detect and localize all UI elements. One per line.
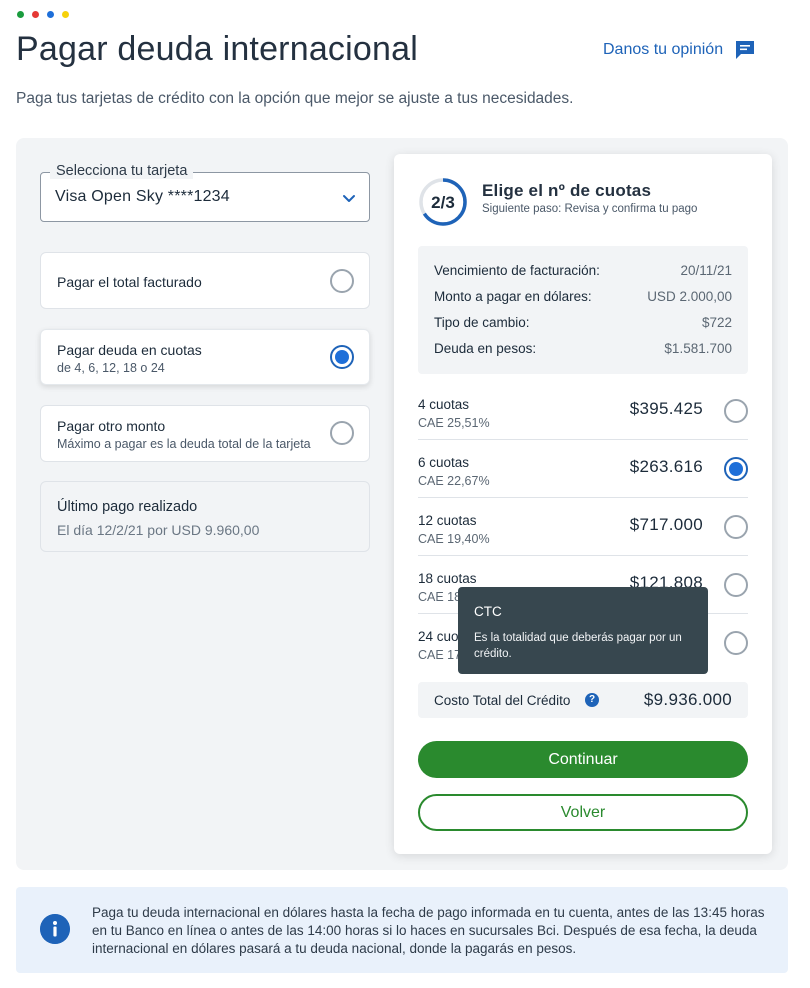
option-radio[interactable] (330, 345, 354, 369)
window-dot-red (32, 11, 39, 18)
summary-row: Vencimiento de facturación: 20/11/21 (434, 263, 732, 278)
last-payment-title: Último pago realizado (57, 499, 198, 515)
installment-radio[interactable] (724, 457, 748, 481)
feedback-label: Danos tu opinión (603, 41, 724, 58)
installment-cae: CAE 17 (418, 648, 462, 662)
step-title: Elige el nº de cuotas (482, 181, 652, 200)
tooltip-text: Es la totalidad que deberás pagar por un… (474, 632, 682, 660)
last-payment-detail: El día 12/2/21 por USD 9.960,00 (57, 522, 260, 538)
option-subtitle: de 4, 6, 12, 18 o 24 (57, 361, 165, 375)
option-radio[interactable] (330, 421, 354, 445)
installment-row[interactable]: 4 cuotas CAE 25,51% $395.425 (418, 382, 748, 440)
info-icon (40, 914, 70, 944)
installment-amount: $717.000 (629, 515, 703, 534)
chat-icon (736, 41, 755, 59)
page-subtitle: Paga tus tarjetas de crédito con la opci… (16, 90, 574, 107)
card-select-value: Visa Open Sky ****1234 (55, 188, 230, 205)
installment-cae: CAE 18 (418, 590, 462, 604)
summary-value: $1.581.700 (664, 341, 732, 356)
installment-row[interactable]: 12 cuotas CAE 19,40% $717.000 (418, 498, 748, 556)
installment-cae: CAE 22,67% (418, 474, 490, 488)
continue-button[interactable]: Continuar (418, 741, 748, 778)
installment-cae: CAE 25,51% (418, 416, 490, 430)
installment-radio[interactable] (724, 631, 748, 655)
installment-count: 24 cuo (418, 629, 459, 644)
installment-radio[interactable] (724, 399, 748, 423)
installment-count: 12 cuotas (418, 513, 477, 528)
option-subtitle: Máximo a pagar es la deuda total de la t… (57, 437, 311, 451)
summary-row: Tipo de cambio: $722 (434, 315, 732, 330)
chevron-down-icon (343, 195, 355, 202)
summary-label: Deuda en pesos: (434, 341, 537, 356)
summary-label: Vencimiento de facturación: (434, 263, 600, 278)
option-pay-total[interactable]: Pagar el total facturado (40, 252, 370, 309)
card-select-label: Selecciona tu tarjeta (50, 163, 194, 179)
option-pay-other[interactable]: Pagar otro monto Máximo a pagar es la de… (40, 405, 370, 462)
installment-cae: CAE 19,40% (418, 532, 490, 546)
ctc-value: $9.936.000 (643, 690, 732, 709)
back-button[interactable]: Volver (418, 794, 748, 831)
last-payment-card: Último pago realizado El día 12/2/21 por… (40, 481, 370, 552)
window-dots (17, 11, 69, 18)
summary-value: USD 2.000,00 (647, 289, 732, 304)
debt-summary: Vencimiento de facturación: 20/11/21 Mon… (418, 246, 748, 374)
option-radio[interactable] (330, 269, 354, 293)
installment-radio[interactable] (724, 515, 748, 539)
card-select[interactable]: Visa Open Sky ****1234 (40, 172, 370, 222)
ctc-tooltip: CTC Es la totalidad que deberás pagar po… (458, 587, 708, 674)
installment-count: 4 cuotas (418, 397, 470, 412)
help-icon[interactable]: ? (585, 693, 599, 707)
step-next-label: Siguiente paso: Revisa y confirma tu pag… (482, 203, 698, 215)
window-dot-green (17, 11, 24, 18)
installment-amount: $395.425 (629, 399, 703, 418)
summary-label: Monto a pagar en dólares: (434, 289, 592, 304)
tooltip-title: CTC (474, 604, 502, 619)
summary-row: Deuda en pesos: $1.581.700 (434, 341, 732, 356)
installment-row[interactable]: 6 cuotas CAE 22,67% $263.616 (418, 440, 748, 498)
summary-value: $722 (701, 315, 732, 330)
page-title: Pagar deuda internacional (16, 30, 418, 68)
installment-amount: $263.616 (629, 457, 703, 476)
option-title: Pagar deuda en cuotas (57, 342, 202, 358)
option-title: Pagar otro monto (57, 418, 166, 434)
window-dot-blue (47, 11, 54, 18)
summary-value: 20/11/21 (680, 263, 732, 278)
installment-radio[interactable] (724, 573, 748, 597)
step-indicator: 2/3 (431, 193, 455, 212)
installment-count: 18 cuotas (418, 571, 477, 586)
option-pay-installments[interactable]: Pagar deuda en cuotas de 4, 6, 12, 18 o … (40, 329, 370, 385)
info-notice: Paga tu deuda internacional en dólares h… (16, 887, 788, 973)
total-credit-cost: Costo Total del Crédito ? $9.936.000 (418, 682, 748, 718)
notice-text: Paga tu deuda internacional en dólares h… (92, 905, 765, 956)
ctc-label: Costo Total del Crédito (434, 693, 571, 708)
installment-count: 6 cuotas (418, 455, 470, 470)
window-dot-yellow (62, 11, 69, 18)
option-title: Pagar el total facturado (57, 274, 202, 290)
feedback-link[interactable]: Danos tu opinión (603, 40, 755, 60)
summary-label: Tipo de cambio: (434, 315, 530, 330)
summary-row: Monto a pagar en dólares: USD 2.000,00 (434, 289, 732, 304)
